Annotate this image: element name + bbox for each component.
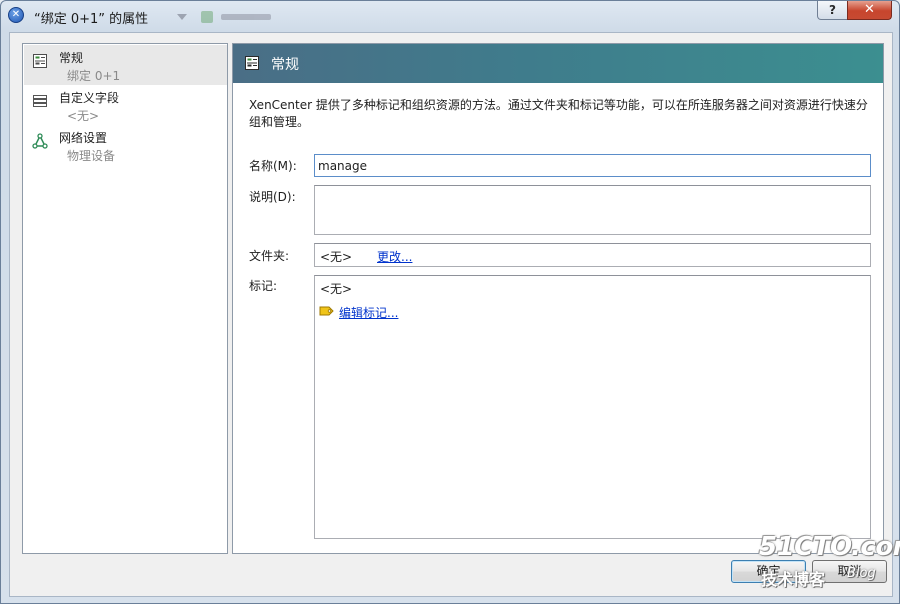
custom-fields-icon (33, 95, 47, 107)
description-label: 说明(D): (249, 190, 296, 204)
general-settings-panel: 常规 XenCenter 提供了多种标记和组织资源的方法。通过文件夹和标记等功能… (232, 43, 884, 554)
change-folder-link[interactable]: 更改... (377, 248, 412, 265)
folder-field: <无> 更改... (314, 243, 871, 267)
general-settings-icon (33, 54, 47, 68)
settings-nav-list: 常规 绑定 0+1 自定义字段 <无> 网络设置 物理设备 (22, 43, 228, 554)
dialog-client-area: 常规 绑定 0+1 自定义字段 <无> 网络设置 物理设备 常规 XenCent… (9, 32, 893, 597)
nav-item-custom-fields-sub: <无> (67, 109, 100, 123)
server-icon (201, 11, 213, 23)
tag-icon (319, 306, 334, 316)
properties-dialog: ✕ “绑定 0+1” 的属性 ? ✕ 常规 绑定 0+1 自定义字段 <无> 网… (0, 0, 900, 604)
background-taskbar-ghost (177, 11, 287, 23)
network-icon (32, 133, 48, 149)
folder-label: 文件夹: (249, 249, 290, 263)
name-field[interactable] (315, 155, 870, 176)
name-field-box (314, 154, 871, 177)
nav-item-custom-fields-label: 自定义字段 (59, 91, 120, 105)
nav-item-network-label: 网络设置 (59, 131, 108, 145)
nav-item-network-sub: 物理设备 (67, 149, 116, 163)
name-label: 名称(M): (249, 159, 297, 173)
nav-item-network[interactable]: 网络设置 物理设备 (24, 125, 227, 165)
tags-value: <无> (320, 282, 353, 296)
xencenter-app-icon: ✕ (8, 7, 24, 23)
tags-field: <无> 编辑标记... (314, 275, 871, 539)
general-settings-icon (245, 56, 259, 70)
description-field[interactable] (315, 186, 870, 234)
title-bar[interactable]: ✕ “绑定 0+1” 的属性 ? ✕ (1, 1, 899, 33)
dropdown-arrow-icon (177, 14, 187, 20)
help-button[interactable]: ? (817, 1, 848, 20)
cancel-button[interactable]: 取消 (812, 560, 887, 583)
section-header-banner: 常规 (233, 44, 883, 83)
nav-item-custom-fields[interactable]: 自定义字段 <无> (24, 85, 227, 125)
window-title: “绑定 0+1” 的属性 (34, 12, 149, 27)
folder-value: <无> (320, 250, 353, 264)
blurred-text (221, 14, 271, 20)
close-button[interactable]: ✕ (847, 1, 892, 20)
edit-tags-link[interactable]: 编辑标记... (339, 304, 398, 321)
section-title: 常规 (271, 57, 299, 73)
nav-item-general-sub: 绑定 0+1 (67, 69, 121, 83)
ok-button[interactable]: 确定 (731, 560, 806, 583)
tags-label: 标记: (249, 279, 278, 293)
nav-item-general[interactable]: 常规 绑定 0+1 (24, 45, 227, 85)
section-description: XenCenter 提供了多种标记和组织资源的方法。通过文件夹和标记等功能，可以… (249, 98, 868, 129)
nav-item-general-label: 常规 (59, 51, 84, 65)
description-field-box (314, 185, 871, 235)
